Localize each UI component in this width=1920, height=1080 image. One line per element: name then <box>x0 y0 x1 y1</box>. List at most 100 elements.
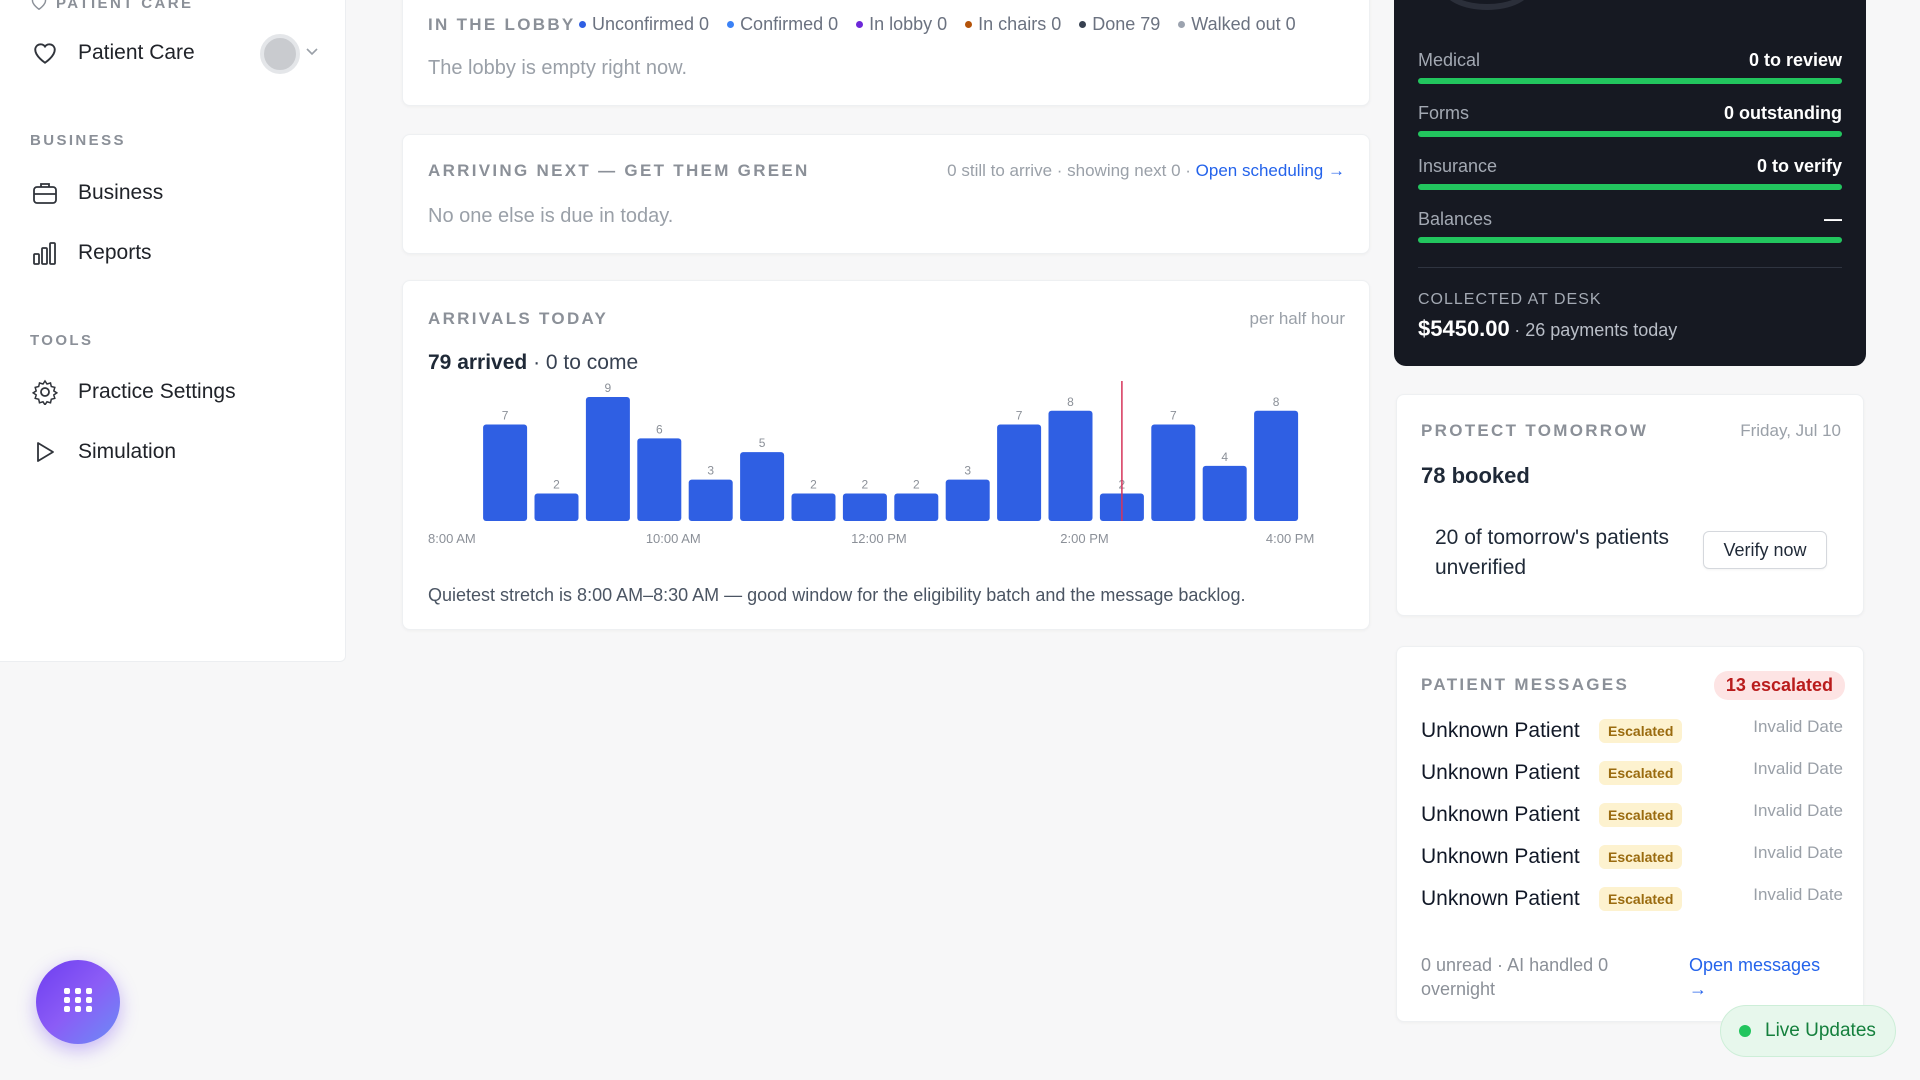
status-bar <box>1418 131 1842 137</box>
arrivals-chart-svg: 72963522237827488:00 AM10:00 AM12:00 PM2… <box>428 381 1314 546</box>
bar-value-label: 7 <box>1016 409 1023 423</box>
legend-confirmed: Confirmed 0 <box>727 14 838 35</box>
arrivals-bar[interactable] <box>842 493 887 521</box>
arrivals-bar[interactable] <box>894 493 939 521</box>
bar-value-label: 2 <box>810 477 817 491</box>
section-patient-care: PATIENT CARE <box>30 0 193 14</box>
status-bar <box>1418 78 1842 84</box>
arrivals-bar[interactable] <box>483 424 528 521</box>
x-tick-label: 2:00 PM <box>1060 531 1108 546</box>
bar-value-label: 4 <box>1221 450 1228 464</box>
arrivals-bar[interactable] <box>945 479 990 521</box>
apps-launcher-button[interactable] <box>36 960 120 1044</box>
arriving-summary: 0 still to arrive · showing next 0 · Ope… <box>947 161 1345 181</box>
messages-footer: 0 unread · AI handled 0 overnight <box>1421 955 1609 999</box>
message-patient-name: Unknown Patient <box>1421 845 1580 868</box>
patient-messages-card: PATIENT MESSAGES 13 escalated Unknown Pa… <box>1396 646 1864 1022</box>
play-icon <box>30 437 60 467</box>
bar-value-label: 6 <box>656 422 663 436</box>
message-row[interactable]: Unknown Patient Escalated Invalid Date <box>1421 715 1843 749</box>
heart-icon <box>30 0 48 14</box>
gear-icon <box>30 377 60 407</box>
divider <box>1418 267 1842 268</box>
message-row[interactable]: Unknown Patient Escalated Invalid Date <box>1421 757 1843 791</box>
message-date: Invalid Date <box>1753 843 1843 862</box>
lobby-caption: IN THE LOBBY <box>428 15 576 34</box>
arrivals-bar[interactable] <box>688 479 733 521</box>
legend-walked-out: Walked out 0 <box>1178 14 1296 35</box>
status-bar-fill <box>1418 184 1842 190</box>
arrivals-note: Quietest stretch is 8:00 AM–8:30 AM — go… <box>428 585 1246 605</box>
arrivals-bar[interactable] <box>1048 410 1093 521</box>
arrivals-bar[interactable] <box>585 397 630 521</box>
collected-caption: COLLECTED AT DESK <box>1418 291 1602 308</box>
message-patient-name: Unknown Patient <box>1421 887 1580 910</box>
status-bar-fill <box>1418 237 1842 243</box>
sidebar-item-simulation[interactable]: Simulation <box>30 432 320 472</box>
arrivals-bar[interactable] <box>740 452 785 521</box>
lobby-card: IN THE LOBBY Unconfirmed 0 Confirmed 0 I… <box>402 0 1370 106</box>
bar-value-label: 3 <box>964 464 971 478</box>
message-date: Invalid Date <box>1753 717 1843 736</box>
section-tools: TOOLS <box>30 332 94 349</box>
status-value: 0 outstanding <box>1724 103 1842 123</box>
legend-in-lobby: In lobby 0 <box>856 14 947 35</box>
sidebar-item-business[interactable]: Business <box>30 173 320 213</box>
live-updates-toggle[interactable]: Live Updates <box>1720 1005 1896 1057</box>
arrivals-bar[interactable] <box>1202 465 1247 521</box>
sidebar-item-label: Patient Care <box>78 41 195 64</box>
briefcase-icon <box>30 178 60 208</box>
arrivals-bar[interactable] <box>534 493 579 521</box>
to-come-count: · 0 to come <box>533 351 639 374</box>
message-patient-name: Unknown Patient <box>1421 761 1580 784</box>
x-tick-label: 10:00 AM <box>646 531 701 546</box>
open-scheduling-link[interactable]: Open scheduling → <box>1196 161 1345 180</box>
bar-value-label: 8 <box>1067 395 1074 409</box>
avatar-ring <box>1442 0 1532 10</box>
arrivals-bar[interactable] <box>1254 410 1299 521</box>
x-tick-label: 8:00 AM <box>428 531 476 546</box>
per-half-hour-label: per half hour <box>1249 309 1345 328</box>
message-row[interactable]: Unknown Patient Escalated Invalid Date <box>1421 883 1843 917</box>
escalated-count-badge[interactable]: 13 escalated <box>1713 671 1845 700</box>
arrivals-bar[interactable] <box>637 438 682 521</box>
status-label: Balances <box>1418 209 1493 229</box>
sidebar-item-practice-settings[interactable]: Practice Settings <box>30 372 320 412</box>
verify-now-button[interactable]: Verify now <box>1703 531 1827 569</box>
lobby-legend: Unconfirmed 0 Confirmed 0 In lobby 0 In … <box>579 14 1296 35</box>
message-row[interactable]: Unknown Patient Escalated Invalid Date <box>1421 799 1843 833</box>
tomorrow-date: Friday, Jul 10 <box>1740 421 1841 440</box>
lobby-empty-text: The lobby is empty right now. <box>428 57 688 79</box>
status-value: 0 to review <box>1748 50 1842 70</box>
arrivals-bar[interactable] <box>791 493 836 521</box>
status-value: — <box>1824 209 1842 229</box>
arriving-card: ARRIVING NEXT — GET THEM GREEN 0 still t… <box>402 134 1370 254</box>
intake-status-card: Medical 0 to review Forms 0 outstanding … <box>1394 0 1866 366</box>
bar-value-label: 2 <box>862 477 869 491</box>
tomorrow-caption: PROTECT TOMORROW <box>1421 421 1649 440</box>
message-patient-name: Unknown Patient <box>1421 803 1580 826</box>
arrivals-bar[interactable] <box>1151 424 1196 521</box>
bar-chart-icon <box>30 238 60 268</box>
collected-detail: · 26 payments today <box>1514 320 1678 340</box>
status-label: Forms <box>1418 103 1469 123</box>
status-badge: Escalated <box>1599 803 1683 827</box>
status-value: 0 to verify <box>1756 156 1842 176</box>
grid-icon <box>63 987 93 1018</box>
arrivals-bar[interactable] <box>997 424 1042 521</box>
bar-value-label: 3 <box>707 464 714 478</box>
sidebar-item-reports[interactable]: Reports <box>30 233 320 273</box>
message-date: Invalid Date <box>1753 759 1843 778</box>
status-badge: Escalated <box>1599 887 1683 911</box>
avatar[interactable] <box>260 34 300 74</box>
status-badge: Escalated <box>1599 761 1683 785</box>
status-bar <box>1418 237 1842 243</box>
status-bar-fill <box>1418 131 1842 137</box>
chevron-down-icon[interactable] <box>305 44 319 62</box>
status-bar-fill <box>1418 78 1842 84</box>
message-row[interactable]: Unknown Patient Escalated Invalid Date <box>1421 841 1843 875</box>
collected-summary: $5450.00 · 26 payments today <box>1418 316 1677 342</box>
messages-caption: PATIENT MESSAGES <box>1421 675 1630 694</box>
open-messages-link[interactable]: Open messages → <box>1689 953 1839 1001</box>
tomorrow-booked: 78 booked <box>1421 463 1530 488</box>
